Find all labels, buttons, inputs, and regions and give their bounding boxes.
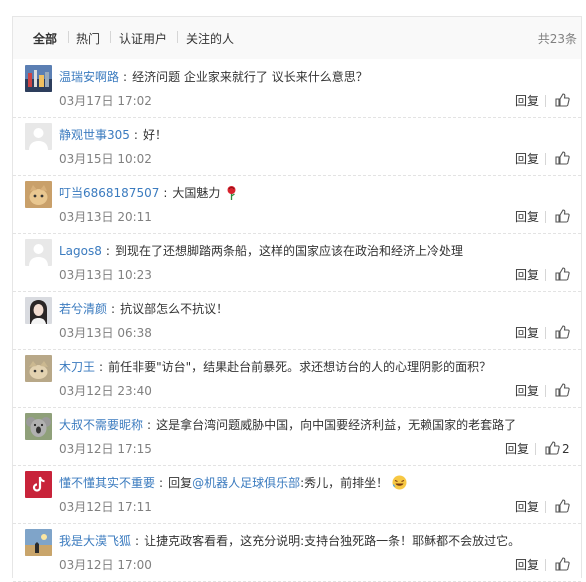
cat-avatar[interactable]	[25, 181, 52, 208]
thumbs-up-icon[interactable]	[554, 498, 570, 514]
comment-text: 好！	[142, 128, 167, 142]
comment-item: 木刀王: 前任非要"访台"，结果赴台前暴死。求还想访台的人的心理阴影的面积？ 03…	[13, 349, 581, 408]
action-divider	[535, 443, 536, 455]
thumbs-up-icon[interactable]	[554, 92, 570, 108]
thumbs-up-icon[interactable]	[554, 266, 570, 282]
action-divider	[545, 385, 546, 397]
comment-timestamp: 03月13日 10:23	[59, 268, 152, 282]
comment-text: 这是拿台湾问题威胁中国，向中国要经济利益，无赖国家的老套路了	[156, 418, 517, 432]
tab-divider	[110, 31, 111, 43]
action-divider	[545, 211, 546, 223]
comment-item: 懂不懂其实不重要: 回复@机器人足球俱乐部:秀儿，前排坐！ 03月12日 17:1…	[13, 465, 581, 524]
comment-text: 大国魅力	[172, 186, 221, 200]
action-divider	[545, 153, 546, 165]
rose-emoji	[224, 185, 239, 200]
comment-filter-tabs: 全部 热门 认证用户 关注的人 共23条	[13, 17, 581, 59]
koala-avatar[interactable]	[25, 413, 52, 440]
desert-avatar[interactable]	[25, 529, 52, 556]
comment-item: 叮当6868187507: 大国魅力 03月13日 20:11 回复	[13, 175, 581, 234]
thumbs-up-icon[interactable]	[554, 324, 570, 340]
tab-divider	[68, 31, 69, 43]
reply-button[interactable]: 回复	[505, 441, 529, 457]
thumbs-up-icon[interactable]	[554, 382, 570, 398]
action-divider	[545, 95, 546, 107]
comment-timestamp: 03月12日 17:00	[59, 558, 152, 572]
reply-button[interactable]: 回复	[515, 383, 539, 399]
comment-item: 若兮清颜: 抗议部怎么不抗议！ 03月13日 06:38 回复	[13, 291, 581, 350]
comment-text: 经济问题 企业家来就行了 议长来什么意思？	[132, 70, 368, 84]
action-divider	[545, 269, 546, 281]
girl-avatar[interactable]	[25, 297, 52, 324]
tab-divider	[177, 31, 178, 43]
comment-timestamp: 03月15日 10:02	[59, 152, 152, 166]
reply-button[interactable]: 回复	[515, 499, 539, 515]
reply-button[interactable]: 回复	[515, 267, 539, 283]
action-divider	[545, 327, 546, 339]
reply-body: :秀儿，前排坐！	[300, 476, 389, 490]
comment-username[interactable]: 懂不懂其实不重要	[59, 476, 155, 490]
comment-total-count: 共23条	[537, 32, 577, 46]
tab-all[interactable]: 全部	[33, 30, 57, 47]
tab-hot[interactable]: 热门	[76, 30, 100, 47]
default-avatar[interactable]	[25, 239, 52, 266]
comment-timestamp: 03月12日 17:11	[59, 500, 152, 514]
action-divider	[545, 501, 546, 513]
comment-username[interactable]: 温瑞安啊路	[59, 70, 119, 84]
reply-button[interactable]: 回复	[515, 93, 539, 109]
comment-username[interactable]: Lagos8	[59, 244, 102, 258]
default-avatar[interactable]	[25, 123, 52, 150]
thumbs-up-icon[interactable]	[544, 440, 560, 456]
comment-item: Lagos8: 到现在了还想脚踏两条船，这样的国家应该在政治和经济上冷处理 03月…	[13, 233, 581, 292]
tab-following[interactable]: 关注的人	[186, 30, 234, 47]
comment-item: 温瑞安啊路: 经济问题 企业家来就行了 议长来什么意思？ 03月17日 17:02…	[13, 59, 581, 118]
like-count: 2	[562, 442, 570, 456]
thumbs-up-icon[interactable]	[554, 208, 570, 224]
thumbs-up-icon[interactable]	[554, 556, 570, 572]
comment-timestamp: 03月13日 06:38	[59, 326, 152, 340]
laugh-emoji	[392, 475, 407, 490]
tab-verified-users[interactable]: 认证用户	[119, 30, 167, 47]
reply-prefix: 回复	[168, 476, 193, 490]
reply-button[interactable]: 回复	[515, 209, 539, 225]
comment-username[interactable]: 木刀王	[59, 360, 95, 374]
comment-username[interactable]: 我是大漠飞狐	[59, 534, 131, 548]
comment-item: 我是大漠飞狐: 让捷克政客看看，这充分说明:支持台独死路一条！耶稣都不会放过它。 …	[13, 523, 581, 582]
thumbs-up-icon[interactable]	[554, 150, 570, 166]
comment-panel: 全部 热门 认证用户 关注的人 共23条 温瑞安啊路: 经济问题 企业家来就行了 …	[12, 16, 582, 582]
comment-username[interactable]: 大叔不需要昵称	[59, 418, 143, 432]
comment-username[interactable]: 静观世事305	[59, 128, 130, 142]
reply-button[interactable]: 回复	[515, 325, 539, 341]
comment-timestamp: 03月13日 20:11	[59, 210, 152, 224]
reply-button[interactable]: 回复	[515, 151, 539, 167]
comment-item: 静观世事305: 好！ 03月15日 10:02 回复	[13, 117, 581, 176]
comment-timestamp: 03月17日 17:02	[59, 94, 152, 108]
comment-username[interactable]: 若兮清颜	[59, 302, 107, 316]
comment-text: 抗议部怎么不抗议！	[120, 302, 229, 316]
mention-link[interactable]: @机器人足球俱乐部	[192, 476, 300, 490]
comment-timestamp: 03月12日 17:15	[59, 442, 152, 456]
tiktok-avatar[interactable]	[25, 471, 52, 498]
city-avatar[interactable]	[25, 65, 52, 92]
comment-text: 回复@机器人足球俱乐部:秀儿，前排坐！	[168, 476, 388, 490]
comment-username[interactable]: 叮当6868187507	[59, 186, 159, 200]
cat-avatar-2[interactable]	[25, 355, 52, 382]
action-divider	[545, 559, 546, 571]
comment-item: 大叔不需要昵称: 这是拿台湾问题威胁中国，向中国要经济利益，无赖国家的老套路了 0…	[13, 407, 581, 466]
comment-text: 到现在了还想脚踏两条船，这样的国家应该在政治和经济上冷处理	[114, 244, 463, 258]
comment-text: 前任非要"访台"，结果赴台前暴死。求还想访台的人的心理阴影的面积？	[108, 360, 492, 374]
reply-button[interactable]: 回复	[515, 557, 539, 573]
comment-timestamp: 03月12日 23:40	[59, 384, 152, 398]
comment-text: 让捷克政客看看，这充分说明:支持台独死路一条！耶稣都不会放过它。	[144, 534, 521, 548]
